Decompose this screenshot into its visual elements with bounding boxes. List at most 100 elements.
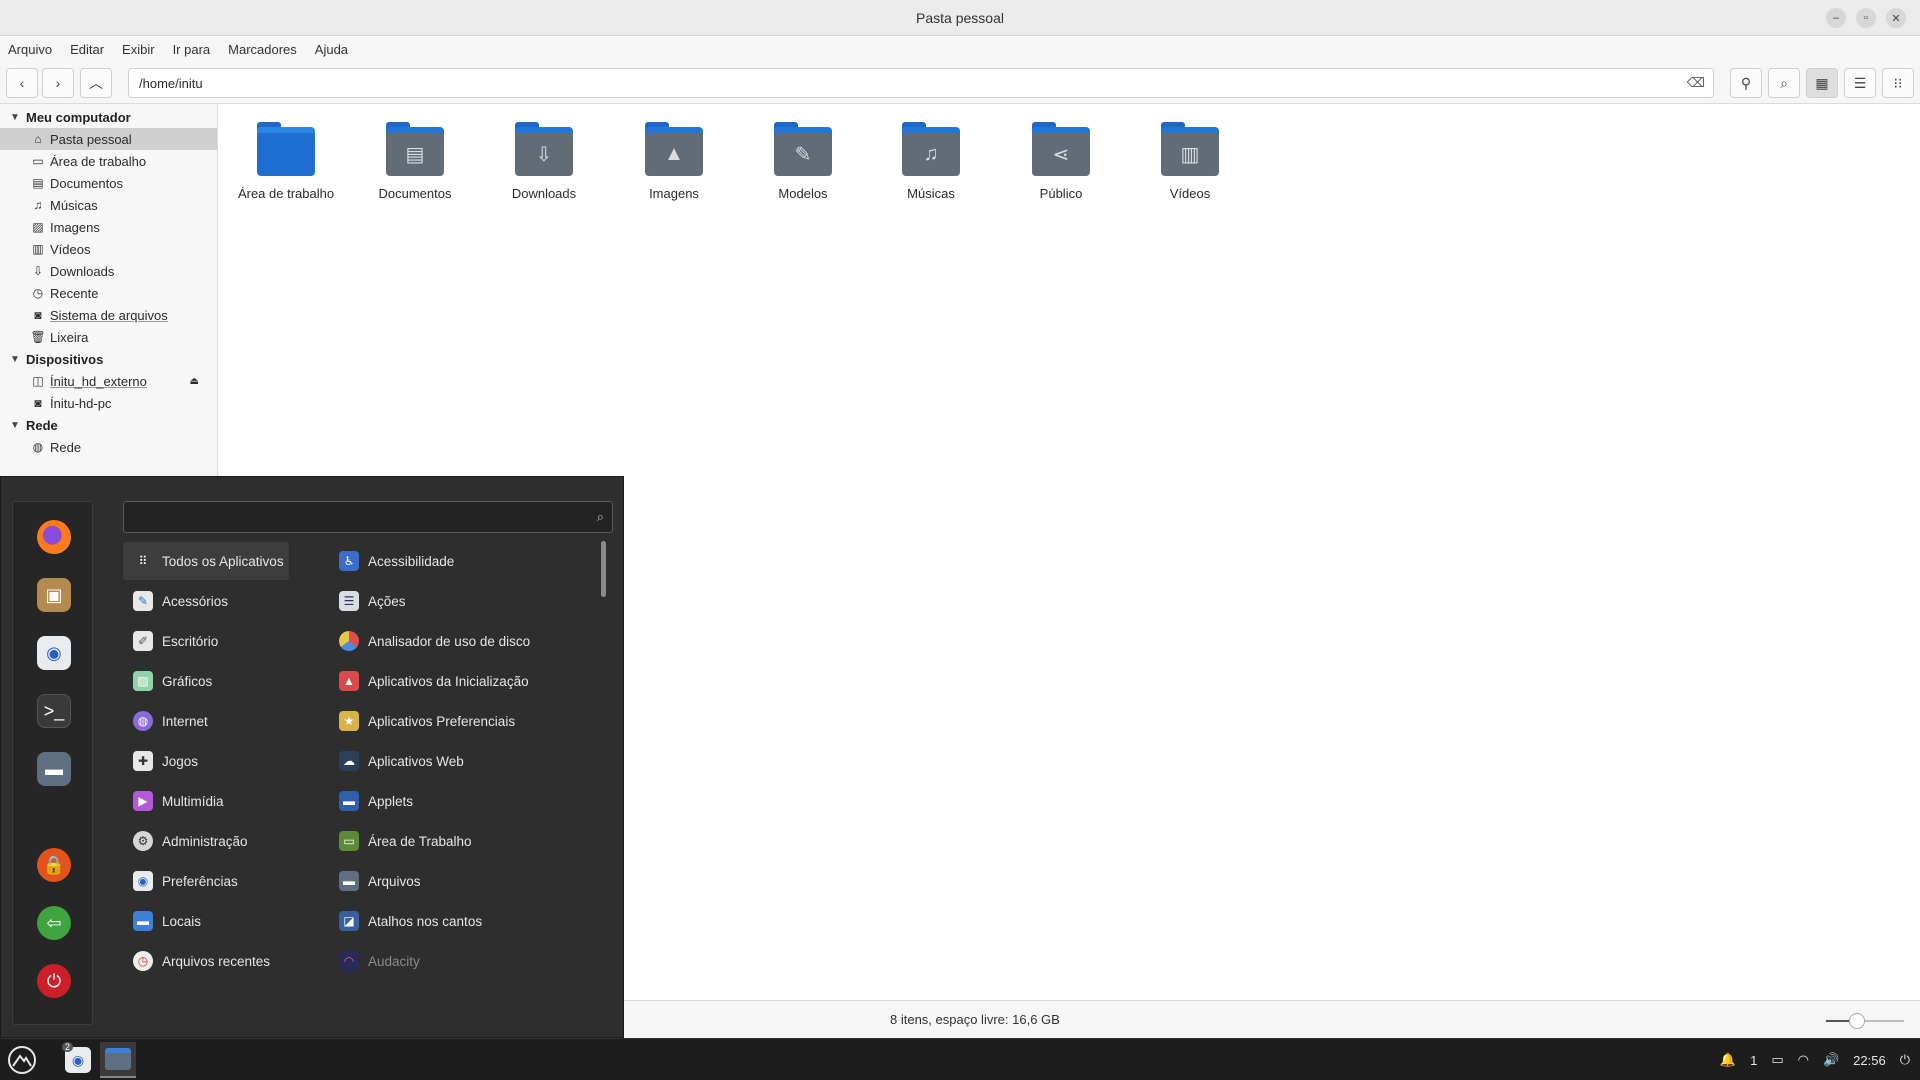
- sidebar-item-pc-hd[interactable]: ◙ Ínitu-hd-pc: [0, 392, 217, 414]
- category-internet[interactable]: ◍ Internet: [123, 702, 289, 740]
- menu-arquivo[interactable]: Arquivo: [8, 42, 52, 57]
- sidebar-item-videos[interactable]: ▥ Vídeos: [0, 238, 217, 260]
- app-audacity[interactable]: ◠ Audacity: [329, 942, 589, 980]
- category-graphics[interactable]: ▨ Gráficos: [123, 662, 289, 700]
- menu-scrollbar[interactable]: [601, 541, 606, 597]
- location-toggle-button[interactable]: ⚲: [1730, 68, 1762, 98]
- forward-button[interactable]: ›: [42, 68, 74, 98]
- start-menu: ▣ ◉ >_ ▬ 🔒 ⇦ ⏻ ⌕ ⠿ Todos os Aplicativos ✎…: [0, 476, 624, 1038]
- terminal-icon[interactable]: >_: [37, 694, 71, 728]
- folder-pictures[interactable]: ▲ Imagens: [614, 122, 734, 201]
- app-preferred-applications[interactable]: ★ Aplicativos Preferenciais: [329, 702, 589, 740]
- category-places[interactable]: ▬ Locais: [123, 902, 289, 940]
- grid-icon: ▦: [1815, 74, 1829, 91]
- location-bar[interactable]: /home/initu ⌫: [128, 68, 1714, 98]
- lock-icon[interactable]: 🔒: [37, 848, 71, 882]
- sidebar-item-trash[interactable]: 🗑 Lixeira: [0, 326, 217, 348]
- search-icon: ⌕: [596, 509, 604, 524]
- minimize-button[interactable]: –: [1826, 8, 1846, 28]
- app-accessibility[interactable]: ♿ Acessibilidade: [329, 542, 589, 580]
- sidebar-item-recent[interactable]: ◷ Recente: [0, 282, 217, 304]
- icon-view-button[interactable]: ▦: [1806, 68, 1838, 98]
- sidebar-item-downloads[interactable]: ⇩ Downloads: [0, 260, 217, 282]
- category-all-apps[interactable]: ⠿ Todos os Aplicativos: [123, 542, 289, 580]
- app-hot-corners[interactable]: ◪ Atalhos nos cantos: [329, 902, 589, 940]
- app-web-apps[interactable]: ☁ Aplicativos Web: [329, 742, 589, 780]
- category-games[interactable]: ✚ Jogos: [123, 742, 289, 780]
- app-actions[interactable]: ☰ Ações: [329, 582, 589, 620]
- list-view-button[interactable]: ☰: [1844, 68, 1876, 98]
- search-button[interactable]: ⌕: [1768, 68, 1800, 98]
- settings-icon[interactable]: ◉: [37, 636, 71, 670]
- package-installer-icon[interactable]: ▣: [37, 578, 71, 612]
- sidebar-item-pictures[interactable]: ▨ Imagens: [0, 216, 217, 238]
- menu-editar[interactable]: Editar: [70, 42, 104, 57]
- internet-icon: ◍: [133, 711, 153, 731]
- menu-launcher-button[interactable]: [4, 1042, 40, 1078]
- folder-public[interactable]: ⋖ Público: [1001, 122, 1121, 201]
- app-startup-applications[interactable]: ▲ Aplicativos da Inicialização: [329, 662, 589, 700]
- folder-templates[interactable]: ✎ Modelos: [743, 122, 863, 201]
- menu-ir-para[interactable]: Ir para: [173, 42, 211, 57]
- list-icon: ☰: [1853, 74, 1867, 91]
- folder-music[interactable]: ♫ Músicas: [871, 122, 991, 201]
- notifications-icon[interactable]: 🔔: [1720, 1052, 1736, 1068]
- back-button[interactable]: ‹: [6, 68, 38, 98]
- category-preferences[interactable]: ◉ Preferências: [123, 862, 289, 900]
- taskbar-settings-app[interactable]: ◉ 2: [60, 1042, 96, 1078]
- display-icon[interactable]: ▭: [1771, 1052, 1783, 1068]
- sidebar-item-filesystem[interactable]: ◙ Sistema de arquivos: [0, 304, 217, 326]
- sidebar-header-devices[interactable]: ▼ Dispositivos: [0, 348, 217, 370]
- category-accessories[interactable]: ✎ Acessórios: [123, 582, 289, 620]
- menu-search-input[interactable]: [132, 506, 572, 528]
- folder-documents[interactable]: ▤ Documentos: [355, 122, 475, 201]
- sidebar-header-computer[interactable]: ▼ Meu computador: [0, 106, 217, 128]
- close-button[interactable]: ✕: [1886, 8, 1906, 28]
- desktop-icon: ▭: [32, 154, 44, 168]
- accessibility-icon: ♿: [339, 551, 359, 571]
- menu-exibir[interactable]: Exibir: [122, 42, 155, 57]
- sidebar-item-desktop[interactable]: ▭ Área de trabalho: [0, 150, 217, 172]
- clock[interactable]: 22:56: [1853, 1053, 1886, 1068]
- power-icon[interactable]: ⏻: [37, 964, 71, 998]
- power-icon[interactable]: ⏻: [1900, 1052, 1910, 1068]
- volume-icon[interactable]: 🔊: [1823, 1052, 1839, 1068]
- zoom-slider[interactable]: [1826, 1013, 1904, 1029]
- app-desktop[interactable]: ▭ Área de Trabalho: [329, 822, 589, 860]
- up-button[interactable]: ︿: [80, 68, 112, 98]
- logout-icon[interactable]: ⇦: [37, 906, 71, 940]
- taskbar: ◉ 2 🔔 1 ▭ ◠ 🔊 22:56 ⏻: [0, 1038, 1920, 1080]
- app-disk-usage[interactable]: Analisador de uso de disco: [329, 622, 589, 660]
- category-multimedia[interactable]: ▶ Multimídia: [123, 782, 289, 820]
- compact-view-button[interactable]: ⁝⁝: [1882, 68, 1914, 98]
- clear-location-icon[interactable]: ⌫: [1687, 75, 1705, 91]
- firefox-icon[interactable]: [37, 520, 71, 554]
- sidebar-item-documents[interactable]: ▤ Documentos: [0, 172, 217, 194]
- wifi-icon[interactable]: ◠: [1798, 1052, 1809, 1068]
- file-manager-icon[interactable]: ▬: [37, 752, 71, 786]
- app-applets[interactable]: ▬ Applets: [329, 782, 589, 820]
- clock-icon: ◷: [32, 286, 44, 300]
- folder-desktop[interactable]: Área de trabalho: [226, 122, 346, 201]
- sidebar-item-network[interactable]: ◍ Rede: [0, 436, 217, 458]
- folder-downloads[interactable]: ⇩ Downloads: [484, 122, 604, 201]
- sidebar-item-music[interactable]: ♫ Músicas: [0, 194, 217, 216]
- app-files[interactable]: ▬ Arquivos: [329, 862, 589, 900]
- download-icon: ⇩: [32, 264, 44, 278]
- maximize-button[interactable]: ▫: [1856, 8, 1876, 28]
- menu-search[interactable]: ⌕: [123, 501, 613, 533]
- sidebar-item-home[interactable]: ⌂ Pasta pessoal: [0, 128, 217, 150]
- folder-videos[interactable]: ▥ Vídeos: [1130, 122, 1250, 201]
- menu-ajuda[interactable]: Ajuda: [315, 42, 348, 57]
- category-office[interactable]: ✐ Escritório: [123, 622, 289, 660]
- category-administration[interactable]: ⚙ Administração: [123, 822, 289, 860]
- taskbar-file-manager[interactable]: [100, 1042, 136, 1078]
- window-count-badge: 2: [62, 1042, 74, 1052]
- sidebar-header-network[interactable]: ▼ Rede: [0, 414, 217, 436]
- graphics-icon: ▨: [133, 671, 153, 691]
- menu-marcadores[interactable]: Marcadores: [228, 42, 297, 57]
- eject-icon[interactable]: ⏏: [190, 376, 199, 387]
- sidebar-item-external-hd[interactable]: ◫ Ínitu_hd_externo ⏏: [0, 370, 217, 392]
- zoom-slider-handle[interactable]: [1849, 1013, 1866, 1029]
- category-recent-files[interactable]: ◷ Arquivos recentes: [123, 942, 289, 980]
